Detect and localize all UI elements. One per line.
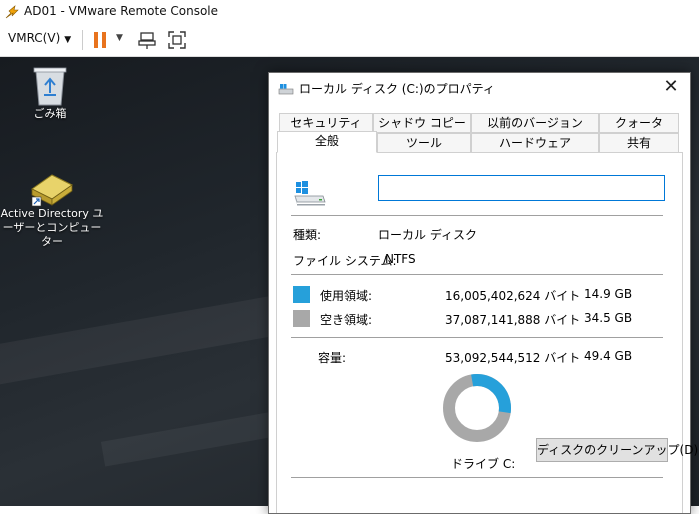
close-button[interactable]: ✕ xyxy=(661,77,681,97)
used-space-label: 使用領域: xyxy=(320,289,373,303)
filesystem-value: NTFS xyxy=(385,252,416,266)
dialog-title: ローカル ディスク (C:)のプロパティ xyxy=(299,82,495,96)
free-space-swatch xyxy=(293,310,310,327)
tab-quota[interactable]: クォータ xyxy=(599,113,679,133)
power-options-dropdown[interactable]: ▼ xyxy=(116,33,123,43)
pause-icon xyxy=(94,32,98,48)
desktop-icon-label-line2: ーザーとコンピューター xyxy=(2,221,102,248)
drive-letter-label: ドライブ C: xyxy=(451,457,516,471)
type-label: 種類: xyxy=(293,228,322,242)
capacity-bytes: 53,092,544,512 バイト xyxy=(445,351,581,365)
close-icon: ✕ xyxy=(663,76,679,97)
free-space-label: 空き領域: xyxy=(320,313,373,327)
tab-general[interactable]: 全般 xyxy=(277,131,377,153)
pause-icon-bar xyxy=(102,32,106,48)
recycle-bin-icon xyxy=(33,67,67,106)
filesystem-label: ファイル システム: xyxy=(293,254,397,268)
disk-usage-donut-chart xyxy=(443,374,511,442)
vmrc-app-icon xyxy=(5,5,19,19)
tab-previous-versions[interactable]: 以前のバージョン xyxy=(471,113,599,133)
chevron-down-icon: ▼ xyxy=(64,35,72,45)
pause-button[interactable] xyxy=(94,32,108,48)
tab-hardware[interactable]: ハードウェア xyxy=(471,133,599,153)
drive-properties-dialog: ローカル ディスク (C:)のプロパティ ✕ セキュリティ シャドウ コピー 以… xyxy=(268,72,698,514)
tab-tools[interactable]: ツール xyxy=(377,133,471,153)
tab-shadow-copies[interactable]: シャドウ コピー xyxy=(373,113,471,133)
tab-security[interactable]: セキュリティ xyxy=(279,113,373,133)
capacity-label: 容量: xyxy=(318,351,347,365)
free-space-bytes: 37,087,141,888 バイト xyxy=(445,313,581,327)
capacity-size: 49.4 GB xyxy=(584,349,633,363)
desktop-icon-label: ごみ箱 xyxy=(33,107,67,120)
vmrc-toolbar: VMRC(V) ▼ ▼ xyxy=(0,24,699,57)
send-ctrl-alt-del-icon[interactable] xyxy=(137,30,157,50)
toolbar-separator xyxy=(82,30,83,50)
type-value: ローカル ディスク xyxy=(378,228,477,242)
drive-icon xyxy=(294,181,326,206)
address-book-icon xyxy=(31,174,73,207)
window-title-bar: AD01 - VMware Remote Console xyxy=(0,0,699,24)
desktop-icon-label-line1: Active Directory ユ xyxy=(0,207,104,220)
used-space-swatch xyxy=(293,286,310,303)
vmrc-menu-label: VMRC(V) xyxy=(8,31,61,45)
divider xyxy=(291,477,663,478)
desktop-icon-active-directory[interactable]: Active Directory ユ ーザーとコンピューター xyxy=(0,169,104,249)
volume-name-input[interactable] xyxy=(378,175,665,201)
divider xyxy=(291,337,663,338)
tab-sharing[interactable]: 共有 xyxy=(599,133,679,153)
used-space-size: 14.9 GB xyxy=(584,287,633,301)
used-space-bytes: 16,005,402,624 バイト xyxy=(445,289,581,303)
disk-cleanup-button[interactable]: ディスクのクリーンアップ(D) xyxy=(536,438,698,462)
vmrc-menu-button[interactable]: VMRC(V) ▼ xyxy=(8,31,71,45)
desktop-icon-recycle-bin[interactable]: ごみ箱 xyxy=(10,65,90,121)
drive-icon xyxy=(278,84,294,95)
divider xyxy=(291,215,663,216)
window-title: AD01 - VMware Remote Console xyxy=(24,4,219,18)
divider xyxy=(291,274,663,275)
fullscreen-icon[interactable] xyxy=(167,30,187,50)
free-space-size: 34.5 GB xyxy=(584,311,633,325)
